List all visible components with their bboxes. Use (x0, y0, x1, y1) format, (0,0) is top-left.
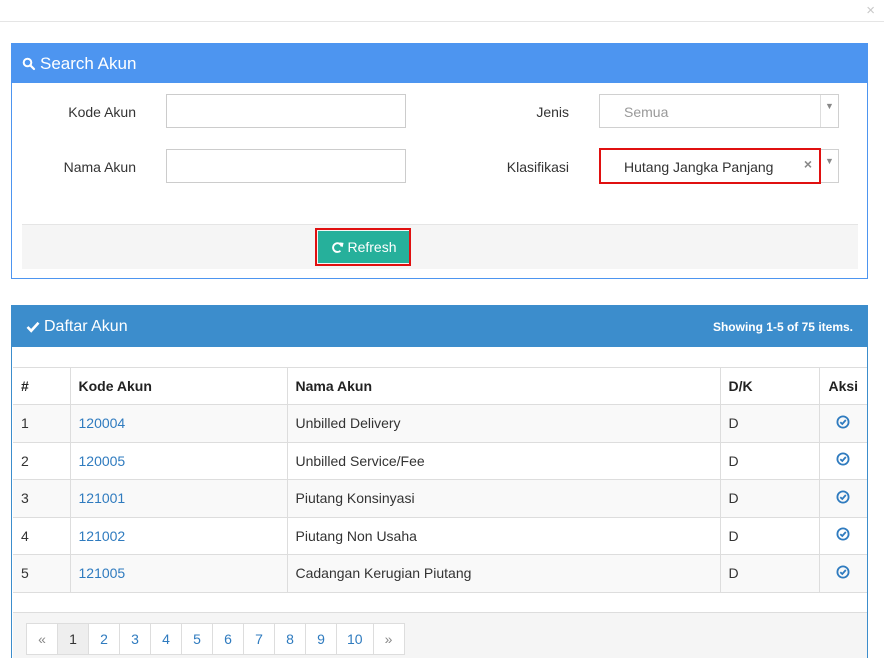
pagination-page-5[interactable]: 5 (181, 623, 213, 655)
pagination-page-3[interactable]: 3 (119, 623, 151, 655)
pagination-area: « 1 2 3 4 5 6 7 8 9 10 » (13, 612, 867, 658)
check-circle-icon[interactable] (836, 527, 850, 541)
nama-akun-cell: Unbilled Service/Fee (286, 441, 720, 480)
nama-akun-cell: Cadangan Kerugian Piutang (286, 554, 720, 593)
jenis-select[interactable]: Semua ▼ (599, 94, 839, 128)
chevron-down-icon[interactable]: ▼ (820, 95, 838, 127)
akun-table: # Kode Akun Nama Akun D/K Aksi 1 120004 … (13, 367, 867, 593)
dk-cell: D (719, 404, 819, 442)
nama-akun-input[interactable] (166, 149, 406, 183)
modal-header: × (0, 0, 884, 22)
pagination-page-10[interactable]: 10 (336, 623, 374, 655)
nama-akun-cell: Unbilled Delivery (286, 404, 720, 442)
dk-cell: D (719, 479, 819, 517)
table-header-row: # Kode Akun Nama Akun D/K Aksi (13, 367, 867, 405)
klasifikasi-highlight (599, 148, 821, 184)
row-number: 4 (13, 516, 70, 555)
check-circle-icon[interactable] (836, 490, 850, 504)
check-circle-icon[interactable] (836, 452, 850, 466)
column-header-nama-akun[interactable]: Nama Akun (286, 367, 720, 405)
table-row: 3 121001 Piutang Konsinyasi D (13, 479, 867, 517)
kode-akun-link[interactable]: 121002 (79, 528, 126, 544)
chevron-down-icon[interactable]: ▼ (820, 150, 838, 182)
kode-akun-link[interactable]: 121005 (79, 565, 126, 581)
pagination-page-1[interactable]: 1 (57, 623, 89, 655)
refresh-highlight (315, 228, 411, 266)
search-panel-title: Search Akun (40, 53, 137, 73)
search-panel: Search Akun Kode Akun Nama Akun Jenis Se… (11, 43, 868, 279)
nama-akun-cell: Piutang Non Usaha (286, 516, 720, 555)
row-number: 2 (13, 441, 70, 480)
pagination-page-6[interactable]: 6 (212, 623, 244, 655)
items-summary: Showing 1-5 of 75 items. (712, 319, 853, 334)
column-header-aksi: Aksi (818, 367, 867, 405)
pagination-next[interactable]: » (372, 623, 405, 655)
close-icon[interactable]: × (866, 3, 875, 19)
table-row: 1 120004 Unbilled Delivery D (13, 404, 867, 442)
column-header-dk[interactable]: D/K (719, 367, 819, 405)
row-number: 1 (13, 404, 70, 442)
pagination-page-8[interactable]: 8 (274, 623, 306, 655)
column-header-kode-akun[interactable]: Kode Akun (69, 367, 287, 405)
pagination-page-7[interactable]: 7 (243, 623, 275, 655)
check-circle-icon[interactable] (836, 565, 850, 579)
dk-cell: D (719, 554, 819, 593)
row-number: 5 (13, 554, 70, 593)
pagination: « 1 2 3 4 5 6 7 8 9 10 » (26, 623, 405, 655)
kode-akun-link[interactable]: 120004 (79, 415, 126, 431)
dk-cell: D (719, 516, 819, 555)
kode-akun-link[interactable]: 121001 (79, 490, 126, 506)
column-header-no: # (13, 367, 70, 405)
daftar-akun-title: Daftar Akun (44, 317, 128, 335)
nama-akun-cell: Piutang Konsinyasi (286, 479, 720, 517)
pagination-prev[interactable]: « (26, 623, 58, 655)
table-row: 5 121005 Cadangan Kerugian Piutang D (13, 554, 867, 593)
kode-akun-label: Kode Akun (68, 104, 136, 120)
row-number: 3 (13, 479, 70, 517)
klasifikasi-label: Klasifikasi (506, 159, 569, 175)
search-icon (22, 57, 36, 70)
daftar-akun-header: Daftar Akun Showing 1-5 of 75 items. (12, 306, 867, 347)
check-circle-icon[interactable] (836, 415, 850, 429)
pagination-page-9[interactable]: 9 (305, 623, 337, 655)
dk-cell: D (719, 441, 819, 480)
search-panel-header: Search Akun (12, 44, 867, 83)
search-footer (22, 224, 858, 269)
check-icon (26, 321, 40, 333)
daftar-akun-panel: Daftar Akun Showing 1-5 of 75 items. # K… (11, 305, 868, 658)
kode-akun-input[interactable] (166, 94, 406, 128)
kode-akun-link[interactable]: 120005 (79, 453, 126, 469)
table-row: 2 120005 Unbilled Service/Fee D (13, 441, 867, 480)
jenis-selected-value: Semua (624, 104, 669, 120)
table-row: 4 121002 Piutang Non Usaha D (13, 516, 867, 555)
nama-akun-label: Nama Akun (63, 159, 136, 175)
pagination-page-2[interactable]: 2 (88, 623, 120, 655)
pagination-page-4[interactable]: 4 (150, 623, 182, 655)
jenis-label: Jenis (536, 104, 569, 120)
